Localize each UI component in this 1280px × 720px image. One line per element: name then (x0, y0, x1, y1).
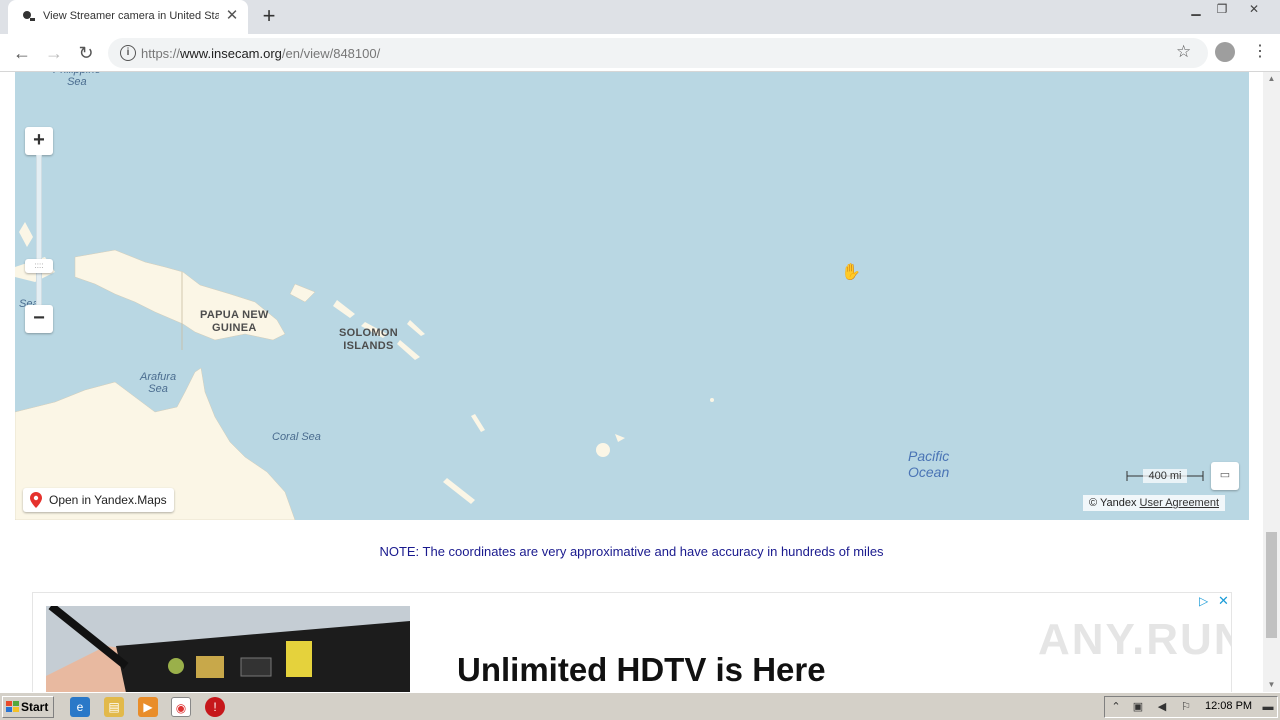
new-tab-button[interactable]: + (258, 5, 280, 27)
open-in-yandex-maps-button[interactable]: Open in Yandex.Maps (23, 488, 174, 512)
taskbar-clock[interactable]: 12:08 PM (1205, 700, 1252, 712)
scroll-down-arrow-icon[interactable]: ▼ (1263, 678, 1280, 692)
scale-label: 400 mi (1143, 469, 1187, 483)
internet-explorer-icon[interactable]: e (70, 697, 90, 717)
zoom-slider-handle[interactable]: :::: (25, 259, 53, 273)
map-scale: 400 mi (1125, 468, 1205, 484)
bookmark-star-icon[interactable]: ☆ (1176, 42, 1191, 62)
opera-icon[interactable]: ! (205, 697, 225, 717)
yandex-map[interactable]: PhilippineSea Sea PAPUA NEWGUINEA SOLOMO… (15, 72, 1249, 520)
scroll-up-arrow-icon[interactable]: ▲ (1263, 72, 1280, 86)
start-button[interactable]: Start (2, 696, 54, 718)
scrollbar-thumb[interactable] (1266, 532, 1277, 638)
zoom-in-button[interactable]: + (25, 127, 53, 155)
tray-expand-icon[interactable]: ⌃ (1109, 700, 1123, 714)
map-copyright: © Yandex User Agreement (1083, 495, 1226, 511)
close-window-button[interactable]: ✕ (1240, 0, 1268, 18)
ad-image[interactable] (46, 606, 410, 692)
ad-choices-icon[interactable]: ▷ (1199, 594, 1208, 608)
coral-sea-label: Coral Sea (272, 431, 321, 443)
zoom-out-button[interactable]: − (25, 305, 53, 333)
camera-favicon-icon (23, 11, 35, 21)
profile-avatar-icon[interactable] (1215, 42, 1235, 62)
chrome-icon[interactable]: ◉ (171, 697, 191, 717)
browser-toolbar: ← → ↻ i https://www.insecam.org/en/view/… (0, 34, 1280, 72)
url-text: https://www.insecam.org/en/view/848100/ (141, 46, 381, 61)
network-icon[interactable]: ▣ (1131, 700, 1145, 714)
windows-taskbar: Start e ▤ ▶ ◉ ! ⌃ ▣ ◀ ⚐ 12:08 PM ▬ (0, 692, 1280, 720)
philippine-sea-label: PhilippineSea (53, 72, 101, 88)
pacific-ocean-label: Pacific Ocean (908, 448, 950, 480)
user-agreement-link[interactable]: User Agreement (1140, 497, 1219, 509)
forward-button[interactable]: → (42, 41, 66, 65)
anyrun-watermark: ANY.RUN (1038, 615, 1232, 664)
restore-button[interactable]: ❐ (1208, 0, 1236, 18)
reload-button[interactable]: ↻ (74, 41, 98, 65)
page-scrollbar[interactable]: ▲ ▼ (1263, 72, 1280, 692)
tab-title: View Streamer camera in United States (43, 10, 219, 22)
site-info-icon[interactable]: i (120, 45, 136, 61)
tab-close-icon[interactable]: ✕ (224, 8, 240, 24)
page-content: PhilippineSea Sea PAPUA NEWGUINEA SOLOMO… (0, 72, 1263, 692)
papua-new-guinea-label: PAPUA NEW GUINEA (200, 309, 269, 334)
windows-flag-icon (6, 701, 19, 712)
map-landmass (15, 222, 714, 520)
hand-cursor-icon: ✋ (841, 264, 861, 281)
zoom-slider-track[interactable]: :::: (25, 155, 53, 305)
start-label: Start (21, 700, 49, 714)
show-desktop-icon[interactable]: ▬ (1261, 700, 1275, 714)
volume-icon[interactable]: ◀ (1155, 700, 1169, 714)
ad-headline[interactable]: Unlimited HDTV is Here (457, 651, 826, 689)
browser-tab[interactable]: View Streamer camera in United States ✕ (8, 0, 248, 34)
tv-box-image (46, 606, 410, 692)
open-in-yandex-label: Open in Yandex.Maps (49, 493, 167, 507)
browser-tab-bar: View Streamer camera in United States ✕ … (0, 0, 1280, 34)
system-tray: ⌃ ▣ ◀ ⚐ 12:08 PM ▬ (1104, 696, 1278, 718)
ad-close-icon[interactable]: ✕ (1218, 593, 1229, 609)
minimize-button[interactable]: ▁ (1182, 0, 1210, 18)
action-center-flag-icon[interactable]: ⚐ (1179, 700, 1193, 714)
arafura-sea-label: Arafura Sea (140, 371, 177, 395)
map-pin-icon (30, 492, 42, 508)
solomon-islands-label: SOLOMON ISLANDS (339, 327, 398, 352)
media-player-icon[interactable]: ▶ (138, 697, 158, 717)
coordinates-note: NOTE: The coordinates are very approxima… (379, 544, 884, 559)
address-bar[interactable]: i https://www.insecam.org/en/view/848100… (108, 38, 1208, 68)
browser-menu-icon[interactable]: ⋮ (1252, 42, 1268, 62)
file-explorer-icon[interactable]: ▤ (104, 697, 124, 717)
advertisement[interactable]: Unlimited HDTV is Here ▷ ✕ ANY.RUN (32, 592, 1232, 692)
ruler-icon[interactable]: ▭ (1211, 462, 1239, 490)
back-button[interactable]: ← (10, 41, 34, 65)
